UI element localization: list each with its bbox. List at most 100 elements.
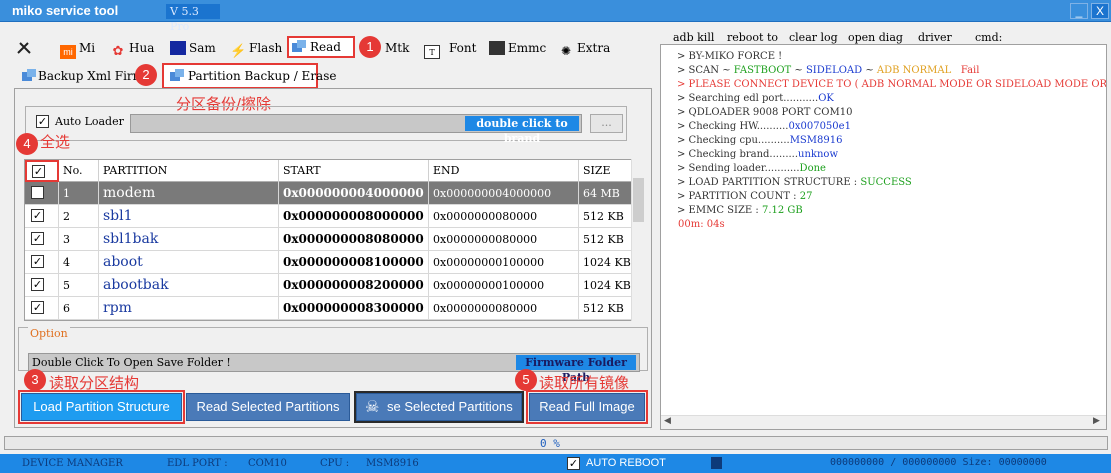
row-checkbox[interactable]: ✓: [31, 301, 44, 314]
open-diag-button[interactable]: open diag: [848, 31, 903, 44]
brand-button[interactable]: double click to brand: [465, 116, 579, 145]
option-label: Option: [28, 327, 70, 340]
subtab-backup-xml[interactable]: Backup Xml Firm: [20, 64, 144, 88]
autoloader-checkbox[interactable]: ✓: [36, 115, 49, 128]
row-no: 1: [59, 182, 99, 205]
scroll-left-icon[interactable]: ◀: [664, 416, 671, 426]
row-no: 6: [59, 297, 99, 320]
tab-extra[interactable]: ✺ Extra: [558, 38, 610, 58]
tab-mi-label: Mi: [79, 41, 96, 55]
col-start[interactable]: START: [279, 160, 429, 182]
row-checkbox-cell: ✓: [25, 251, 59, 274]
scroll-right-icon[interactable]: ▶: [1093, 416, 1100, 426]
tab-samsung[interactable]: Sam: [170, 38, 216, 58]
select-all-cell: ✓: [25, 160, 59, 182]
log-fastboot: FASTBOOT: [733, 65, 792, 76]
autoloader-label: Auto Loader: [55, 115, 124, 128]
tab-emmc[interactable]: Emmc: [489, 38, 546, 58]
erase-label: se Selected Partitions: [387, 399, 513, 414]
close-button[interactable]: X: [1091, 3, 1109, 19]
tab-huawei[interactable]: ✿ Hua: [110, 38, 155, 59]
row-size: 1024 KB: [579, 251, 633, 274]
row-start: 0x000000004000000: [279, 182, 429, 205]
log-line: > PLEASE CONNECT DEVICE TO ( ADB NORMAL …: [677, 79, 1107, 90]
edl-port-value: COM10: [248, 458, 287, 469]
log-adb-normal: ADB NORMAL: [876, 65, 952, 76]
device-manager-link[interactable]: DEVICE MANAGER: [22, 458, 123, 469]
tab-read-label: Read: [310, 40, 341, 54]
table-row[interactable]: ✓ 4 aboot 0x000000008100000 0x0000000010…: [25, 251, 633, 274]
row-checkbox[interactable]: ✓: [31, 209, 44, 222]
partition-table: ✓ No. PARTITION START END SIZE ✓ 1 modem…: [24, 159, 634, 321]
subtab-partition-label: Partition Backup / Erase: [188, 69, 337, 83]
row-no: 4: [59, 251, 99, 274]
firmware-path-button[interactable]: Firmware Folder Path: [516, 355, 636, 384]
tab-mtk[interactable]: Mtk: [385, 38, 409, 58]
step-badge-3: 3: [24, 369, 46, 391]
log-text: > LOAD PARTITION STRUCTURE :: [677, 177, 861, 188]
clear-log-button[interactable]: clear log: [789, 31, 838, 44]
row-checkbox[interactable]: ✓: [31, 278, 44, 291]
row-checkbox-cell: ✓: [25, 274, 59, 297]
table-row[interactable]: ✓ 5 abootbak 0x000000008200000 0x0000000…: [25, 274, 633, 297]
log-text: > PARTITION COUNT :: [677, 191, 800, 202]
log-text: > EMMC SIZE :: [677, 205, 762, 216]
row-checkbox[interactable]: ✓: [31, 232, 44, 245]
row-checkbox[interactable]: ✓: [31, 255, 44, 268]
adb-kill-button[interactable]: adb kill: [673, 31, 714, 44]
tab-read[interactable]: Read: [287, 36, 355, 58]
row-checkbox[interactable]: ✓: [31, 186, 44, 199]
subtab-backup-xml-label: Backup Xml Firm: [38, 69, 145, 83]
table-scrollbar-thumb[interactable]: [633, 178, 644, 222]
database-icon: [168, 68, 188, 90]
auto-reboot-checkbox[interactable]: ✓: [567, 457, 580, 470]
tab-font[interactable]: T Font: [424, 38, 477, 59]
col-partition[interactable]: PARTITION: [99, 160, 279, 182]
erase-selected-partitions-button[interactable]: ☠ se Selected Partitions: [354, 391, 524, 423]
row-end: 0x0000000080000: [429, 228, 579, 251]
read-structure-note: 读取分区结构: [49, 374, 140, 392]
table-row[interactable]: ✓ 1 modem 0x000000004000000 0x0000000040…: [25, 182, 633, 205]
table-row[interactable]: ✓ 2 sbl1 0x000000008000000 0x00000000800…: [25, 205, 633, 228]
tab-huawei-label: Hua: [129, 41, 155, 55]
cpu-value: MSM8916: [366, 458, 419, 469]
progress-text: 0 %: [540, 437, 560, 450]
log-horizontal-scrollbar[interactable]: ◀ ▶: [661, 415, 1106, 429]
col-size[interactable]: SIZE: [579, 160, 633, 182]
subtab-partition-backup[interactable]: Partition Backup / Erase: [162, 63, 336, 90]
read-selected-partitions-button[interactable]: Read Selected Partitions: [186, 393, 350, 421]
select-all-note: 全选: [40, 133, 71, 151]
col-end[interactable]: END: [429, 160, 579, 182]
auto-reboot-label: AUTO REBOOT: [586, 457, 666, 469]
load-partition-structure-button[interactable]: Load Partition Structure: [18, 390, 185, 424]
driver-button[interactable]: driver: [918, 31, 952, 44]
browse-loader-button[interactable]: ...: [590, 114, 623, 133]
cmd-button[interactable]: cmd:: [975, 31, 1002, 44]
log-text: > Checking brand.........: [677, 149, 799, 160]
tab-font-label: Font: [449, 41, 477, 55]
huawei-logo-icon: ✿: [112, 44, 124, 59]
row-partition: aboot: [99, 251, 279, 274]
tab-flash[interactable]: ⚡ Flash: [230, 38, 282, 59]
select-all-checkbox[interactable]: ✓: [32, 165, 45, 178]
reboot-to-button[interactable]: reboot to: [727, 31, 778, 44]
step-badge-1: 1: [359, 36, 381, 58]
minimize-button[interactable]: _: [1070, 3, 1088, 19]
row-size: 512 KB: [579, 205, 633, 228]
tab-mi[interactable]: mi Mi: [60, 38, 96, 59]
row-partition: modem: [99, 182, 279, 205]
lightning-icon: ⚡: [230, 44, 247, 59]
log-line: > EMMC SIZE : 7.12 GB: [677, 205, 803, 216]
log-value: 0x007050e1: [788, 121, 851, 132]
tab-tools[interactable]: [16, 38, 35, 58]
table-row[interactable]: ✓ 6 rpm 0x000000008300000 0x000000008000…: [25, 297, 633, 320]
log-value: OK: [818, 93, 834, 104]
row-checkbox-cell: ✓: [25, 228, 59, 251]
step-badge-5: 5: [515, 369, 537, 391]
table-row[interactable]: ✓ 3 sbl1bak 0x000000008080000 0x00000000…: [25, 228, 633, 251]
log-value: 7.12 GB: [761, 205, 803, 216]
log-text: > Searching edl port...........: [677, 93, 819, 104]
skull-icon: ☠: [365, 397, 380, 416]
col-no[interactable]: No.: [59, 160, 99, 182]
read-full-image-button[interactable]: Read Full Image: [526, 390, 648, 424]
